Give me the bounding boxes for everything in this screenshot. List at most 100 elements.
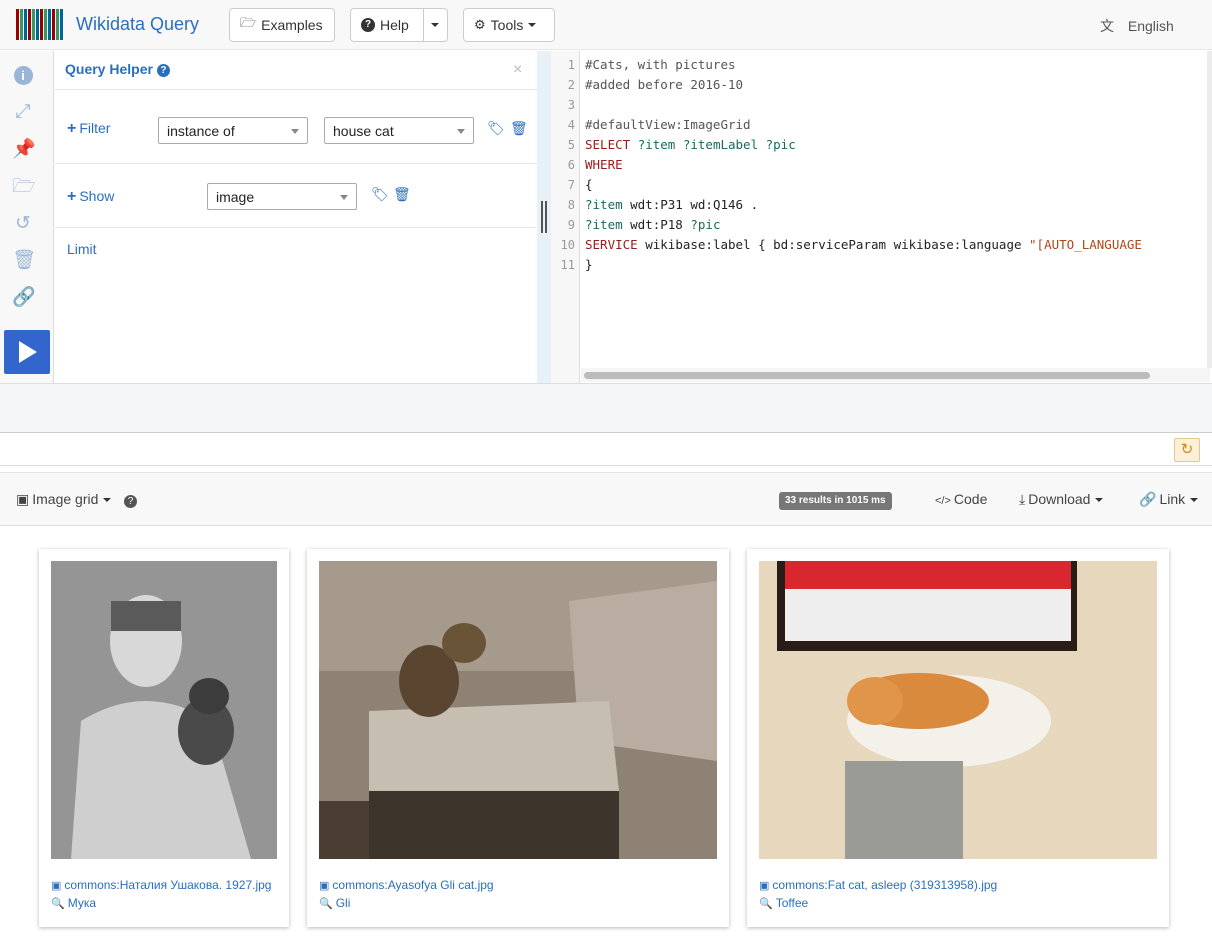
refresh-icon[interactable]: ↻	[1174, 438, 1200, 462]
show-property-select[interactable]: image	[207, 183, 357, 210]
code-token: wikibase:label { bd:serviceParam wikibas…	[645, 237, 1030, 252]
file-link[interactable]: ▣ commons:Fat cat, asleep (319313958).jpg	[759, 878, 997, 892]
caret-down-icon	[103, 498, 112, 503]
plus-icon: +	[67, 188, 77, 205]
code-token: #added before 2016-10	[585, 77, 744, 92]
help-dropdown-button[interactable]	[423, 8, 448, 42]
line-number: 1	[567, 58, 575, 72]
logo-bar	[44, 9, 47, 40]
result-card: ▣ commons:Ayasofya Gli cat.jpg 🔍 Gli	[307, 549, 729, 927]
view-selector[interactable]: ▣ Image grid	[16, 491, 112, 508]
help-button[interactable]: ? Help	[350, 8, 424, 42]
filter-property-select[interactable]: instance of	[158, 117, 308, 144]
vertical-scrollbar[interactable]	[1207, 51, 1212, 368]
folder-open-icon[interactable]: 🗁	[12, 176, 36, 198]
run-query-button[interactable]	[4, 330, 50, 374]
file-link[interactable]: ▣ commons:Наталия Ушакова. 1927.jpg	[51, 878, 271, 892]
code-line: ?item wdt:P31 wd:Q146 .	[585, 195, 1210, 215]
line-number: 5	[567, 138, 575, 152]
close-icon[interactable]: ×	[513, 61, 522, 79]
result-image[interactable]	[319, 561, 717, 859]
line-number: 8	[567, 198, 575, 212]
line-number: 7	[567, 178, 575, 192]
code-line: SERVICE wikibase:label { bd:serviceParam…	[585, 235, 1210, 255]
add-filter-link[interactable]: + Filter	[67, 120, 110, 138]
drag-handle-icon[interactable]	[541, 201, 547, 233]
logo-bar	[20, 9, 23, 40]
download-button[interactable]: ⤓ Download	[1019, 491, 1104, 508]
trash-icon[interactable]: 🗑	[510, 120, 528, 136]
code-button[interactable]: </> Code	[935, 491, 987, 507]
limit-link[interactable]: Limit	[67, 241, 97, 257]
wikidata-logo[interactable]	[16, 9, 66, 40]
trash-icon[interactable]: 🗑	[393, 186, 411, 202]
code-line: #added before 2016-10	[585, 75, 1210, 95]
line-number: 10	[560, 238, 575, 252]
code-token: SELECT	[585, 137, 638, 152]
item-link[interactable]: 🔍 Мука	[51, 896, 96, 910]
code-token: "[AUTO_LANGUAGE	[1029, 237, 1142, 252]
code-line: SELECT ?item ?itemLabel ?pic	[585, 135, 1210, 155]
question-circle-icon: ?	[361, 18, 375, 32]
code-token: wdt:P31 wd:Q146 .	[630, 197, 759, 212]
history-icon[interactable]: ↺	[12, 213, 34, 235]
language-label: English	[1127, 18, 1174, 34]
code-line: {	[585, 175, 1210, 195]
code-token: ?item	[585, 217, 631, 232]
info-icon[interactable]: i	[12, 64, 34, 86]
link-icon[interactable]: 🔗	[12, 287, 36, 309]
code-token: SERVICE	[585, 237, 646, 252]
tag-icon[interactable]: 🏷	[371, 186, 389, 202]
examples-button[interactable]: 🗁 Examples	[229, 8, 335, 42]
item-link[interactable]: 🔍 Toffee	[759, 896, 808, 910]
caret-down-icon	[1095, 498, 1104, 503]
logo-bar	[16, 9, 19, 40]
result-image[interactable]	[759, 561, 1157, 859]
panel-splitter[interactable]	[537, 51, 551, 383]
pin-icon[interactable]: 📌	[12, 139, 36, 161]
gear-icon: ⚙	[474, 17, 486, 32]
search-icon: 🔍	[51, 898, 65, 910]
file-link[interactable]: ▣ commons:Ayasofya Gli cat.jpg	[319, 878, 494, 892]
expand-icon[interactable]: ⤢	[12, 101, 34, 123]
sparql-editor[interactable]: #Cats, with pictures #added before 2016-1…	[585, 55, 1210, 375]
query-helper-title: Query Helper?	[65, 61, 170, 77]
horizontal-scrollbar[interactable]	[581, 368, 1210, 382]
translate-icon: 文	[1100, 18, 1114, 34]
result-image[interactable]	[51, 561, 277, 859]
tag-icon[interactable]: 🏷	[487, 120, 505, 136]
view-help-icon[interactable]: ?	[124, 491, 137, 508]
code-token: }	[585, 257, 593, 272]
trash-icon[interactable]: 🗑	[12, 250, 36, 272]
search-icon: 🔍	[759, 898, 773, 910]
tools-button[interactable]: ⚙ Tools	[463, 8, 555, 42]
code-line: #defaultView:ImageGrid	[585, 115, 1210, 135]
filter-value-select[interactable]: house cat	[324, 117, 474, 144]
examples-label: Examples	[261, 17, 323, 33]
image-icon: ▣	[16, 491, 30, 507]
brand-title[interactable]: Wikidata Query	[76, 14, 199, 35]
line-number: 6	[567, 158, 575, 172]
item-link[interactable]: 🔍 Gli	[319, 896, 350, 910]
logo-bar	[40, 9, 43, 40]
scrollbar-thumb[interactable]	[584, 372, 1150, 379]
plus-icon: +	[67, 120, 77, 137]
code-token: ?item ?itemLabel ?pic	[637, 137, 796, 152]
line-number: 11	[560, 258, 575, 272]
results-toolbar: ▣ Image grid ? 33 results in 1015 ms </> C…	[0, 472, 1212, 526]
image-icon: ▣	[319, 880, 330, 892]
code-line: }	[585, 255, 1210, 275]
image-icon: ▣	[51, 880, 62, 892]
logo-bar	[36, 9, 39, 40]
link-button[interactable]: 🔗 Link	[1139, 491, 1199, 508]
language-selector[interactable]: 文 English	[1100, 16, 1174, 36]
add-show-link[interactable]: + Show	[67, 188, 114, 206]
caret-down-icon	[528, 23, 537, 27]
search-icon: 🔍	[319, 898, 333, 910]
help-icon[interactable]: ?	[156, 64, 170, 77]
caret-down-icon	[1190, 498, 1199, 503]
code-token: WHERE	[585, 157, 623, 172]
results-count-badge: 33 results in 1015 ms	[779, 492, 892, 510]
result-card: ▣ commons:Fat cat, asleep (319313958).jpg…	[747, 549, 1169, 927]
